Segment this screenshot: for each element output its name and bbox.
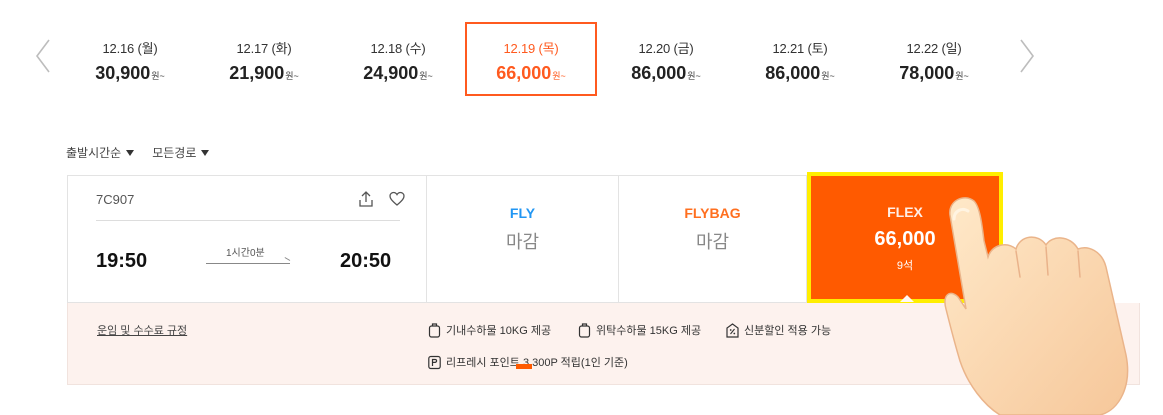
date-option[interactable]: 12.18 (수) 24,900원~ bbox=[332, 22, 464, 96]
date-label: 12.18 (수) bbox=[370, 41, 426, 56]
date-label: 12.20 (금) bbox=[638, 41, 694, 56]
point-icon bbox=[428, 355, 441, 369]
date-option[interactable]: 12.16 (월) 30,900원~ bbox=[64, 22, 196, 96]
prev-dates-button[interactable] bbox=[32, 36, 54, 76]
caret-down-icon bbox=[201, 149, 210, 156]
date-price: 78,000원~ bbox=[899, 63, 969, 83]
fare-status: 마감 bbox=[695, 232, 730, 252]
date-label: 12.16 (월) bbox=[102, 41, 158, 56]
fare-rules-link[interactable]: 운임 및 수수료 규정 bbox=[97, 322, 187, 338]
fare-flybag[interactable]: FLYBAG 마감 bbox=[619, 175, 807, 303]
loading-indicator bbox=[516, 364, 532, 369]
selected-fare-pointer bbox=[900, 295, 914, 302]
id-discount-icon bbox=[726, 322, 739, 338]
flight-info: 7C907 19:50 1시간0분 20:50 bbox=[67, 175, 427, 303]
divider bbox=[96, 220, 400, 221]
sort-label: 출발시간순 bbox=[66, 146, 122, 160]
hand-cursor-icon bbox=[944, 197, 1129, 415]
date-strip: 12.16 (월) 30,900원~ 12.17 (화) 21,900원~ 12… bbox=[64, 22, 1008, 96]
date-label: 12.19 (목) bbox=[503, 41, 559, 56]
date-option[interactable]: 12.21 (토) 86,000원~ bbox=[734, 22, 866, 96]
date-label: 12.17 (화) bbox=[236, 41, 292, 56]
route-dropdown[interactable]: 모든경로 bbox=[152, 144, 210, 161]
chevron-left-icon bbox=[36, 39, 50, 73]
fare-name: FLYBAG bbox=[684, 205, 741, 221]
date-label: 12.21 (토) bbox=[772, 41, 828, 56]
date-price: 30,900원~ bbox=[95, 63, 165, 83]
feature-label: 리프레시 포인트 3,300P 적립(1인 기준) bbox=[446, 357, 628, 369]
date-price: 24,900원~ bbox=[363, 63, 433, 83]
fare-status: 마감 bbox=[505, 232, 540, 252]
next-dates-button[interactable] bbox=[1016, 36, 1038, 76]
chevron-right-icon bbox=[1020, 39, 1034, 73]
date-price: 86,000원~ bbox=[765, 63, 835, 83]
sort-dropdown[interactable]: 출발시간순 bbox=[66, 144, 135, 161]
feature-label: 위탁수하물 15KG 제공 bbox=[596, 325, 702, 337]
date-price: 66,000원~ bbox=[496, 63, 566, 83]
carry-on-bag-icon bbox=[428, 322, 441, 338]
date-option-selected[interactable]: 12.19 (목) 66,000원~ bbox=[465, 22, 597, 96]
departure-time: 19:50 bbox=[96, 250, 148, 272]
flight-duration: 1시간0분 bbox=[226, 248, 265, 259]
checked-bag-icon bbox=[578, 322, 591, 338]
heart-icon[interactable] bbox=[388, 190, 406, 208]
arrival-time: 20:50 bbox=[340, 250, 392, 272]
duration-arrow bbox=[206, 263, 290, 264]
caret-down-icon bbox=[126, 149, 135, 156]
date-price: 86,000원~ bbox=[631, 63, 701, 83]
date-option[interactable]: 12.22 (일) 78,000원~ bbox=[868, 22, 1000, 96]
fare-name: FLY bbox=[509, 205, 536, 221]
date-option[interactable]: 12.17 (화) 21,900원~ bbox=[198, 22, 330, 96]
feature-label: 기내수하물 10KG 제공 bbox=[446, 325, 552, 337]
feature-id-discount: 신분할인 적용 가능 bbox=[726, 322, 831, 338]
share-icon[interactable] bbox=[358, 190, 374, 208]
feature-carry-on: 기내수하물 10KG 제공 bbox=[428, 322, 551, 338]
route-label: 모든경로 bbox=[152, 146, 197, 160]
fare-fly[interactable]: FLY 마감 bbox=[427, 175, 619, 303]
date-label: 12.22 (일) bbox=[906, 41, 962, 56]
date-price: 21,900원~ bbox=[229, 63, 299, 83]
filter-bar: 출발시간순 모든경로 bbox=[66, 144, 210, 161]
date-option[interactable]: 12.20 (금) 86,000원~ bbox=[600, 22, 732, 96]
flight-number: 7C907 bbox=[96, 192, 135, 207]
feature-checked-bag: 위탁수하물 15KG 제공 bbox=[578, 322, 701, 338]
feature-label: 신분할인 적용 가능 bbox=[744, 325, 832, 337]
